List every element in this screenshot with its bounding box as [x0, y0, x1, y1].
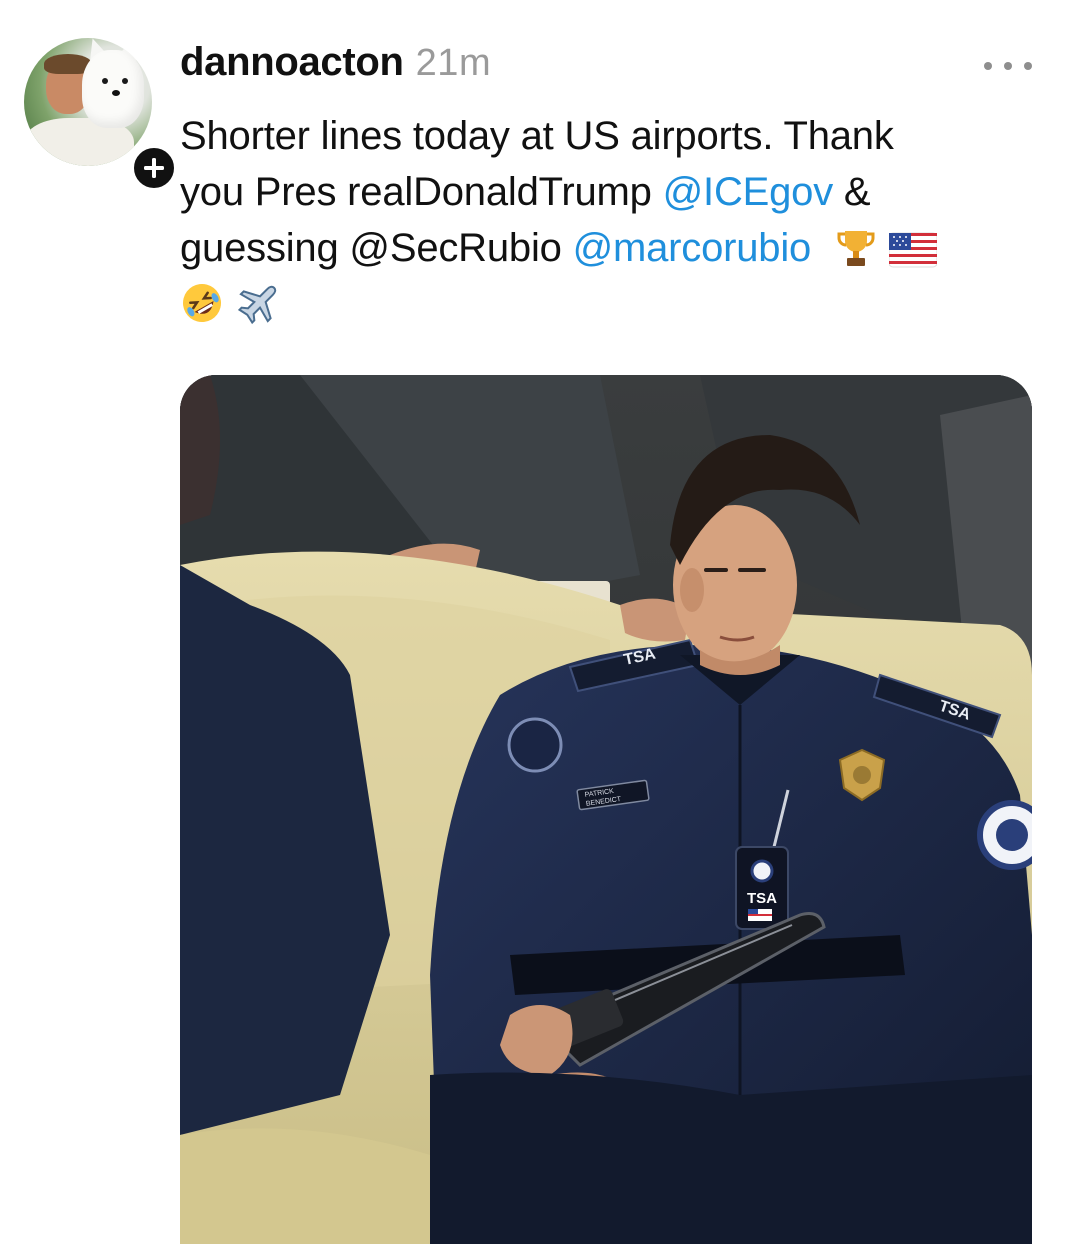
follow-button[interactable]: [130, 144, 178, 192]
post: dannoacton 21m Shorter lines today at US…: [0, 0, 1080, 1244]
text-line-4: [180, 276, 1030, 332]
id-badge-text: TSA: [747, 890, 777, 907]
dot-icon: [984, 62, 992, 70]
avatar-container[interactable]: [24, 38, 178, 192]
avatar[interactable]: [24, 38, 152, 166]
username[interactable]: dannoacton: [180, 40, 404, 85]
text-segment: &: [833, 170, 871, 214]
text-line-3: guessing @SecRubio @marcorubio: [180, 220, 1030, 276]
rolling-laughing-icon: [183, 284, 221, 322]
more-options-button[interactable]: [984, 58, 1032, 74]
text-line-1: Shorter lines today at US airports. Than…: [180, 114, 894, 158]
post-image[interactable]: TSA TSA PATRICK BENEDICT TSA: [180, 375, 1032, 1244]
text-line-2: you Pres realDonaldTrump @ICEgov &: [180, 164, 1030, 220]
photo-illustration: TSA TSA PATRICK BENEDICT TSA: [180, 375, 1032, 1244]
trophy-icon: [837, 231, 875, 266]
us-flag-icon: [888, 232, 937, 268]
mention-marcorubio[interactable]: @marcorubio: [573, 226, 812, 270]
dot-icon: [1004, 62, 1012, 70]
timestamp: 21m: [415, 42, 492, 84]
airplane-icon: [237, 285, 277, 325]
text-segment: guessing @SecRubio: [180, 226, 573, 270]
plus-icon: [144, 158, 164, 178]
post-header: dannoacton 21m: [180, 40, 491, 92]
dot-icon: [1024, 62, 1032, 70]
post-text: Shorter lines today at US airports. Than…: [180, 108, 1030, 332]
text-segment: you Pres realDonaldTrump: [180, 170, 663, 214]
mention-icegov[interactable]: @ICEgov: [663, 170, 834, 214]
